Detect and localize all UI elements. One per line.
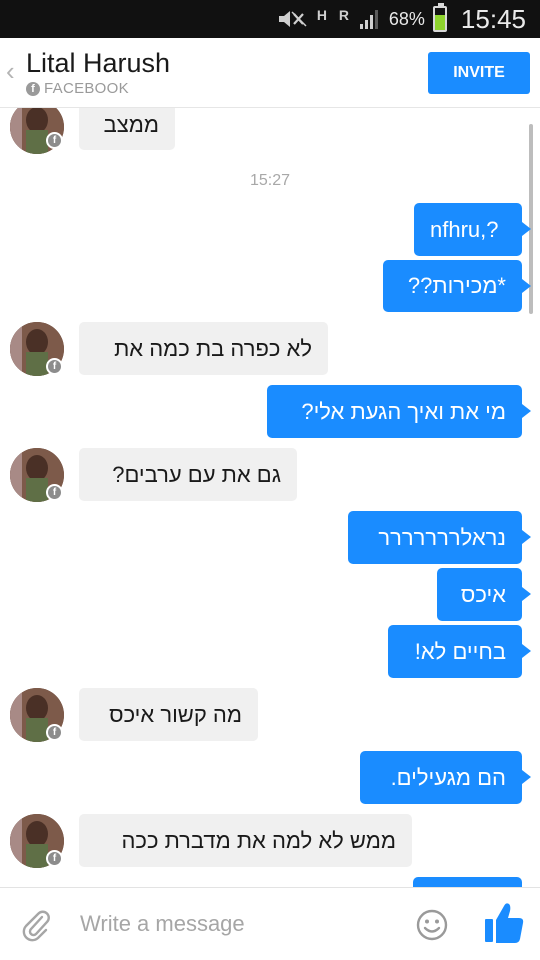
status-bar: H R 68% 15:45 bbox=[0, 0, 540, 38]
battery-icon bbox=[432, 3, 447, 32]
paperclip-icon[interactable] bbox=[20, 908, 52, 942]
facebook-badge-icon: f bbox=[46, 358, 63, 375]
smiley-icon[interactable] bbox=[416, 909, 448, 941]
thumbs-up-icon[interactable] bbox=[484, 902, 524, 944]
message-bubble[interactable]: לא כפרה בת כמה את bbox=[79, 322, 328, 375]
message-bubble[interactable]: ממצב bbox=[79, 108, 175, 150]
battery-percentage: 68% bbox=[388, 8, 425, 29]
chevron-left-icon[interactable]: ‹ bbox=[6, 58, 20, 84]
message-bubble-partial[interactable] bbox=[413, 877, 522, 887]
facebook-icon: f bbox=[26, 81, 40, 96]
contact-name[interactable]: Lital Harush bbox=[26, 48, 170, 79]
clock: 15:45 bbox=[460, 3, 526, 34]
message-bubble[interactable]: ממש לא למה את מדברת ככה bbox=[79, 814, 412, 867]
message-bubble[interactable]: נראלררררררר bbox=[348, 511, 522, 564]
message-input[interactable] bbox=[80, 902, 400, 946]
invite-button[interactable]: INVITE bbox=[428, 52, 530, 94]
message-bubble[interactable]: הם מגעילים. bbox=[360, 751, 522, 804]
conversation-header: ‹ Lital Harush f FACEBOOK INVITE bbox=[0, 38, 540, 108]
contact-source: f FACEBOOK bbox=[26, 80, 129, 97]
message-bubble[interactable]: nfhru,? bbox=[414, 203, 522, 256]
facebook-badge-icon: f bbox=[46, 724, 63, 741]
battery-level-fill bbox=[434, 15, 445, 30]
data-h-icon: H bbox=[316, 7, 327, 23]
message-list[interactable]: 15:27 f ממצב nfhru,? *מכירות?? f לא כפרה… bbox=[0, 108, 540, 887]
message-bubble[interactable]: מי את ואיך הגעת אלי? bbox=[267, 385, 522, 438]
message-bubble[interactable]: מה קשור איכס bbox=[79, 688, 258, 741]
message-composer bbox=[0, 887, 540, 960]
message-bubble[interactable]: *מכירות?? bbox=[383, 260, 522, 312]
signal-icon bbox=[359, 10, 378, 29]
message-bubble[interactable]: בחיים לא! bbox=[388, 625, 522, 678]
muted-icon bbox=[278, 11, 307, 27]
data-r-icon: R bbox=[338, 7, 349, 23]
facebook-badge-icon: f bbox=[46, 850, 63, 867]
source-label: FACEBOOK bbox=[44, 80, 129, 97]
facebook-badge-icon: f bbox=[46, 484, 63, 501]
message-bubble[interactable]: איכס bbox=[437, 568, 522, 621]
message-bubble[interactable]: גם את עם ערבים? bbox=[79, 448, 297, 501]
facebook-badge-icon: f bbox=[46, 132, 63, 149]
message-timestamp: 15:27 bbox=[249, 172, 291, 189]
